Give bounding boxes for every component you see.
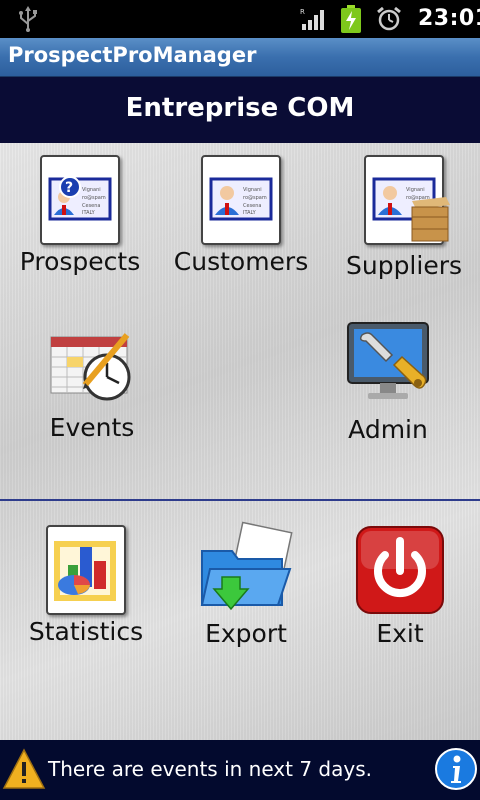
svg-text:Vignani: Vignani: [243, 187, 262, 193]
info-icon[interactable]: [434, 747, 478, 791]
exit-button[interactable]: Exit: [330, 525, 470, 648]
roaming-indicator: R: [300, 8, 305, 16]
main-menu: ? Vignani ro@spam Cesena ITALY Prospects…: [0, 143, 480, 740]
svg-text:Cesena: Cesena: [243, 203, 261, 209]
suppliers-icon: Vignani ro@spam: [364, 155, 450, 245]
prospects-label: Prospects: [19, 247, 141, 276]
admin-label: Admin: [348, 415, 428, 444]
export-folder-icon: [200, 521, 293, 611]
statistics-button[interactable]: Statistics: [16, 525, 156, 646]
section-divider: [0, 499, 480, 501]
signal-strength-icon: R: [300, 8, 324, 30]
svg-text:ITALY: ITALY: [82, 210, 96, 216]
statistics-label: Statistics: [28, 617, 144, 646]
suppliers-label: Suppliers: [345, 251, 463, 280]
company-header: Entreprise COM: [0, 77, 480, 143]
notification-text: There are events in next 7 days.: [48, 757, 372, 781]
customers-label: Customers: [173, 247, 309, 276]
export-label: Export: [205, 619, 287, 648]
alarm-clock-icon: [377, 6, 401, 31]
events-button[interactable]: Events: [22, 327, 162, 442]
svg-text:ro@spam: ro@spam: [82, 195, 106, 201]
battery-charging-icon: [341, 5, 361, 33]
app-title: ProspectProManager: [8, 43, 257, 67]
notification-bar: There are events in next 7 days.: [0, 740, 480, 800]
app-title-bar: ProspectProManager: [0, 38, 480, 77]
status-bar: R 23:01: [0, 0, 480, 38]
admin-button[interactable]: Admin: [318, 319, 458, 444]
suppliers-button[interactable]: Vignani ro@spam Suppliers: [334, 155, 474, 280]
svg-text:Vignani: Vignani: [406, 187, 425, 193]
events-label: Events: [49, 413, 135, 442]
exit-label: Exit: [376, 619, 424, 648]
export-button[interactable]: Export: [176, 521, 316, 648]
svg-text:?: ?: [65, 180, 73, 196]
usb-icon: [19, 6, 37, 32]
clock-time: 23:01: [418, 6, 480, 31]
power-icon: [356, 526, 444, 614]
prospects-button[interactable]: ? Vignani ro@spam Cesena ITALY Prospects: [10, 155, 150, 276]
statistics-icon: [46, 525, 126, 615]
customers-button[interactable]: Vignani ro@spam Cesena ITALY Customers: [170, 155, 312, 276]
svg-text:ITALY: ITALY: [243, 210, 257, 216]
prospects-icon: ? Vignani ro@spam Cesena ITALY: [40, 155, 120, 245]
warning-icon: [2, 748, 46, 789]
admin-tools-icon: [347, 322, 429, 399]
svg-text:Vignani: Vignani: [82, 187, 101, 193]
calendar-clock-icon: [50, 333, 131, 401]
svg-text:ro@spam: ro@spam: [243, 195, 267, 201]
company-name: Entreprise COM: [125, 93, 355, 123]
customers-icon: Vignani ro@spam Cesena ITALY: [201, 155, 281, 245]
svg-text:Cesena: Cesena: [82, 203, 100, 209]
